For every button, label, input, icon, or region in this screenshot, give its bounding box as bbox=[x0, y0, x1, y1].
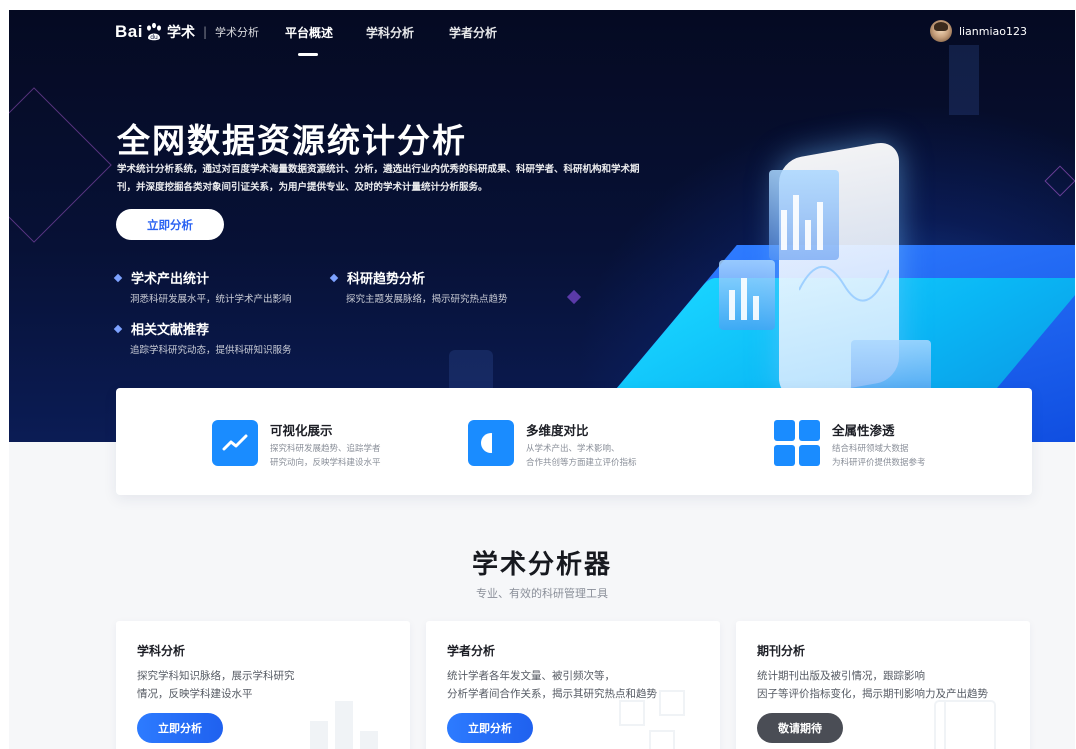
highlight-item: 多维度对比 从学术产出、学术影响、 合作共创等方面建立评价指标 bbox=[468, 420, 637, 470]
nav-item-scholar[interactable]: 学者分析 bbox=[449, 24, 497, 41]
analyze-now-button[interactable]: 立即分析 bbox=[116, 209, 224, 240]
logo-section: 学术分析 bbox=[215, 26, 260, 39]
hero-feature-item: 相关文献推荐 追踪学科研究动态，提供科研知识服务 bbox=[113, 319, 292, 356]
diamond-bullet-icon bbox=[113, 273, 123, 282]
analyzer-card-scholar: 学者分析 统计学者各年发文量、被引频次等， 分析学者间合作关系，揭示其研究热点和趋… bbox=[426, 621, 720, 749]
feature-desc: 洞悉科研发展水平，统计学术产出影响 bbox=[130, 294, 292, 305]
illustration-chart-card bbox=[769, 170, 839, 260]
highlight-title: 可视化展示 bbox=[270, 423, 333, 438]
logo-product: 学术 bbox=[166, 25, 195, 41]
line-chart-icon bbox=[212, 420, 258, 466]
feature-title: 相关文献推荐 bbox=[131, 323, 210, 338]
highlight-title: 多维度对比 bbox=[526, 423, 589, 438]
hero-feature-item: 科研趋势分析 探究主题发展脉络，揭示研究热点趋势 bbox=[329, 268, 508, 305]
page: Bai du 学术 | 学术分析 平台概述 学科分析 学者分析 lianmiao… bbox=[9, 10, 1075, 749]
discipline-analyze-button[interactable]: 立即分析 bbox=[137, 713, 223, 743]
logo-divider: | bbox=[202, 25, 208, 39]
highlight-item: 全属性渗透 结合科研领域大数据 为科研评价提供数据参考 bbox=[774, 420, 926, 470]
illustration-chart-card bbox=[719, 260, 775, 330]
feature-desc: 探究主题发展脉络，揭示研究热点趋势 bbox=[346, 294, 508, 305]
highlight-desc: 结合科研领域大数据 为科研评价提供数据参考 bbox=[832, 444, 926, 468]
username: lianmiao123 bbox=[958, 24, 1027, 38]
nav-active-indicator bbox=[298, 53, 318, 56]
highlight-desc: 从学术产出、学术影响、 合作共创等方面建立评价指标 bbox=[526, 444, 637, 468]
decorative-block bbox=[949, 45, 979, 115]
hero-title: 全网数据资源统计分析 bbox=[117, 121, 467, 160]
card-desc: 探究学科知识脉络，展示学科研究 情况，反映学科建设水平 bbox=[137, 670, 295, 700]
logo[interactable]: Bai du 学术 | 学术分析 bbox=[115, 22, 259, 42]
scholar-analyze-button[interactable]: 立即分析 bbox=[447, 713, 533, 743]
avatar bbox=[929, 20, 952, 42]
hero-description: 学术统计分析系统，通过对百度学术海量数据资源统计、分析，遴选出行业内优秀的科研成… bbox=[117, 164, 640, 193]
coming-soon-button[interactable]: 敬请期待 bbox=[757, 713, 843, 743]
hero-feature-item: 学术产出统计 洞悉科研发展水平，统计学术产出影响 bbox=[113, 268, 292, 305]
feature-desc: 追踪学科研究动态，提供科研知识服务 bbox=[130, 345, 292, 356]
half-circle-icon bbox=[468, 420, 514, 466]
nav-item-discipline[interactable]: 学科分析 bbox=[366, 24, 414, 41]
highlight-title: 全属性渗透 bbox=[832, 423, 895, 438]
svg-text:du: du bbox=[150, 34, 158, 41]
highlight-item: 可视化展示 探究科研发展趋势、追踪学者 研究动向，反映学科建设水平 bbox=[212, 420, 381, 470]
top-nav: Bai du 学术 | 学术分析 平台概述 学科分析 学者分析 lianmiao… bbox=[9, 10, 1075, 56]
user-menu[interactable]: lianmiao123 bbox=[929, 20, 1027, 42]
card-title: 学者分析 bbox=[447, 644, 496, 658]
analyzer-card-journal: 期刊分析 统计期刊出版及被引情况，跟踪影响 因子等评价指标变化，揭示期刊影响力及产… bbox=[736, 621, 1030, 749]
diamond-bullet-icon bbox=[329, 273, 339, 282]
card-desc: 统计学者各年发文量、被引频次等， 分析学者间合作关系，揭示其研究热点和趋势 bbox=[447, 670, 657, 700]
card-title: 学科分析 bbox=[137, 644, 186, 658]
feature-title: 学术产出统计 bbox=[131, 272, 210, 287]
diamond-bullet-icon bbox=[113, 324, 123, 333]
card-desc: 统计期刊出版及被引情况，跟踪影响 因子等评价指标变化，揭示期刊影响力及产出趋势 bbox=[757, 670, 988, 700]
grid-icon bbox=[774, 420, 820, 466]
illustration-wave bbox=[799, 265, 889, 302]
section-title: 学术分析器 bbox=[471, 550, 612, 580]
highlight-desc: 探究科研发展趋势、追踪学者 研究动向，反映学科建设水平 bbox=[270, 444, 381, 468]
analyzer-card-discipline: 学科分析 探究学科知识脉络，展示学科研究 情况，反映学科建设水平 立即分析 bbox=[116, 621, 410, 749]
feature-title: 科研趋势分析 bbox=[347, 272, 426, 287]
section-subtitle: 专业、有效的科研管理工具 bbox=[476, 587, 608, 600]
highlights-bar: 可视化展示 探究科研发展趋势、追踪学者 研究动向，反映学科建设水平 多维度对比 从… bbox=[116, 388, 1032, 495]
logo-text: Bai bbox=[115, 22, 143, 41]
decorative-diamond bbox=[9, 87, 112, 243]
hero-banner: Bai du 学术 | 学术分析 平台概述 学科分析 学者分析 lianmiao… bbox=[9, 10, 1075, 442]
card-title: 期刊分析 bbox=[757, 644, 806, 658]
nav-item-overview[interactable]: 平台概述 bbox=[285, 24, 333, 41]
paw-icon: du bbox=[144, 22, 164, 42]
